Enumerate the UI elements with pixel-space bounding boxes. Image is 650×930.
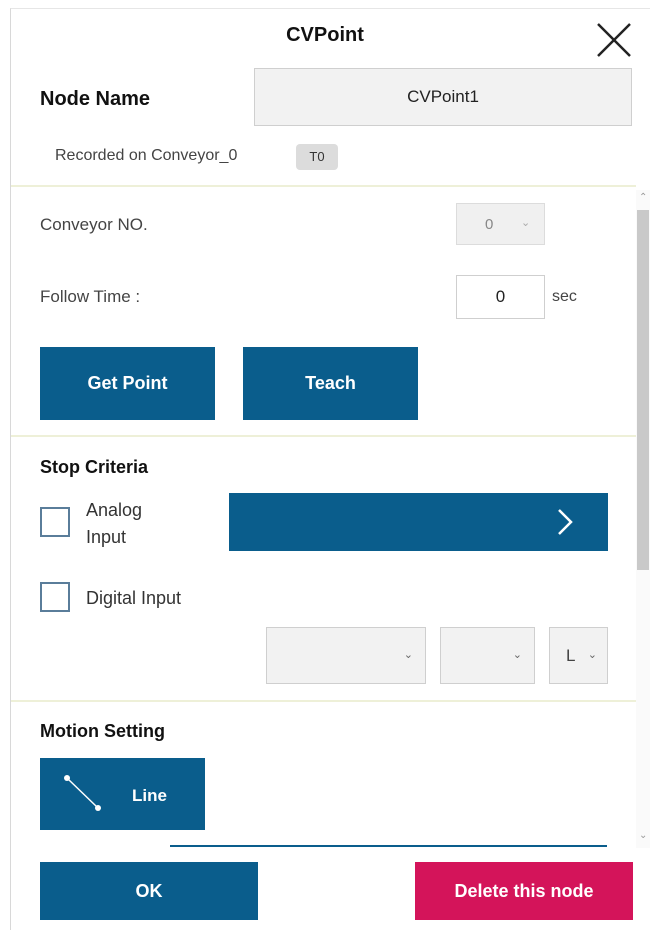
chevron-right-icon [558,509,573,535]
line-motion-label: Line [132,786,167,805]
recorded-on-text: Recorded on Conveyor_0 [55,147,238,164]
analog-input-label-line2: Input [86,527,127,547]
digital-input-level-value: L [566,646,576,665]
follow-time-unit: sec [552,288,577,305]
conveyor-no-value: 0 [485,216,494,233]
node-name-label: Node Name [40,88,151,110]
teach-button[interactable]: Teach [243,347,418,420]
motion-option-indicator [170,845,607,847]
stop-criteria-heading: Stop Criteria [40,457,149,477]
scrollbar-thumb[interactable] [637,210,649,570]
chevron-down-icon: ⌄ [512,649,522,661]
analog-input-label-line1: Analog [86,500,143,520]
divider [11,435,636,437]
divider [11,185,636,187]
chevron-down-icon: ⌄ [587,649,597,661]
scroll-down-icon[interactable]: ⌄ [639,830,647,841]
digital-input-label: Digital Input [86,588,182,608]
follow-time-label: Follow Time : [40,287,141,306]
line-motion-button[interactable]: Line [40,758,205,830]
divider [11,700,636,702]
conveyor-no-select: 0 ⌄ [456,203,545,245]
conveyor-no-label: Conveyor NO. [40,215,148,234]
delete-node-button[interactable]: Delete this node [415,862,633,920]
digital-input-level-dropdown[interactable]: L ⌄ [549,627,608,684]
digital-input-state-dropdown[interactable]: ⌄ [440,627,535,684]
digital-input-port-dropdown[interactable]: ⌄ [266,627,426,684]
analog-input-checkbox[interactable] [40,507,70,537]
chevron-down-icon: ⌄ [403,649,413,661]
motion-setting-heading: Motion Setting [40,721,165,741]
follow-time-input[interactable]: 0 [456,275,545,319]
ok-button[interactable]: OK [40,862,258,920]
analog-input-config-button[interactable] [229,493,608,551]
digital-input-checkbox[interactable] [40,582,70,612]
scroll-up-icon[interactable]: ⌃ [639,192,647,203]
tool-tag-badge: T0 [296,144,338,170]
dialog-title: CVPoint [286,24,364,46]
get-point-button[interactable]: Get Point [40,347,215,420]
chevron-down-icon: ⌄ [521,217,531,229]
line-motion-icon [64,775,101,811]
close-icon[interactable] [594,20,634,60]
node-name-input[interactable]: CVPoint1 [254,68,632,126]
